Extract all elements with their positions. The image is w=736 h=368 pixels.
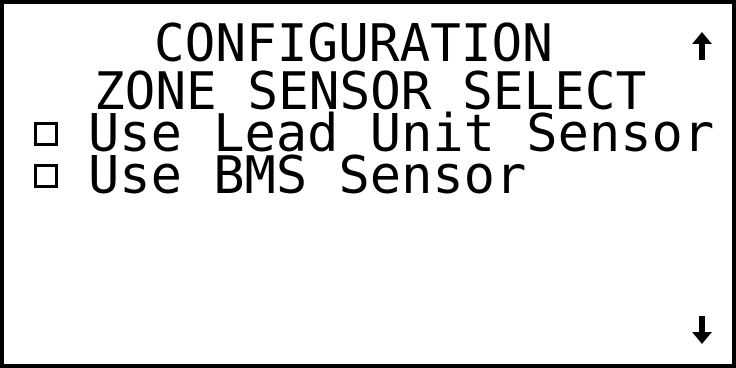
checkbox[interactable] xyxy=(34,164,58,188)
option-use-bms-sensor[interactable]: Use BMS Sensor xyxy=(34,150,526,202)
arrow-up-icon[interactable] xyxy=(690,30,714,62)
option-label: Use BMS Sensor xyxy=(88,146,527,206)
arrow-down-icon[interactable] xyxy=(690,314,714,346)
checkbox[interactable] xyxy=(34,122,58,146)
lcd-screen: CONFIGURATION ZONE SENSOR SELECT Use Lea… xyxy=(0,0,736,368)
